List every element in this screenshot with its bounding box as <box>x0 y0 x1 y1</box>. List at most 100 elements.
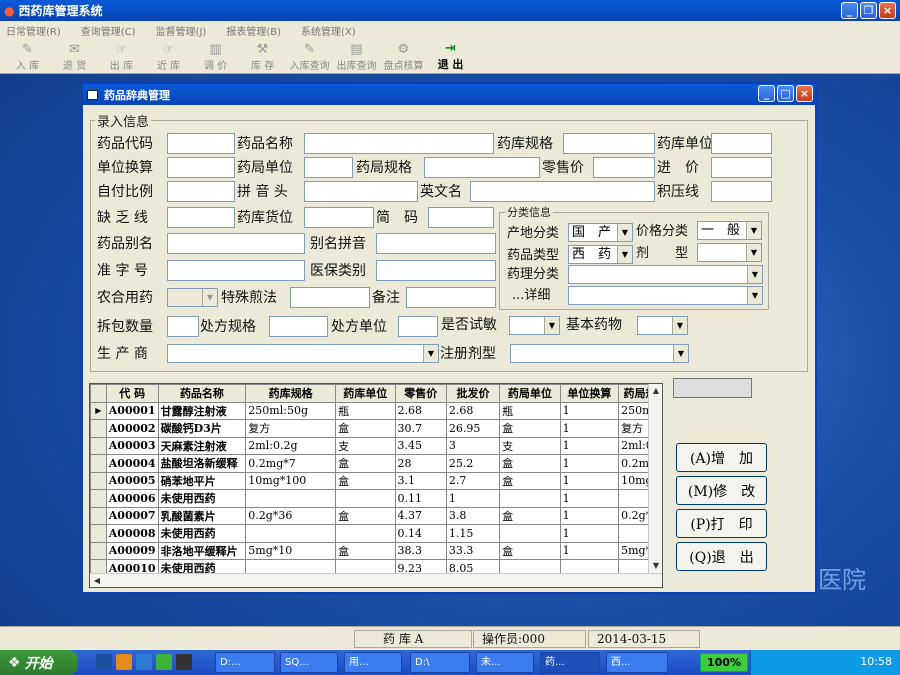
toolbar-in-query-button[interactable]: ✎ 入库查询 <box>286 40 333 74</box>
quick-launch-icon[interactable] <box>176 654 192 670</box>
table-cell[interactable]: 0.14 <box>394 524 447 543</box>
table-row[interactable]: A00002 碳酸钙D3片 复方盒 30.7 26.95 盒 1 复方 <box>90 419 662 438</box>
shortage-line-field[interactable] <box>167 207 235 228</box>
menu-item-system[interactable]: 系统管理(X) <box>301 23 356 38</box>
table-cell[interactable]: 26.95 <box>445 419 501 438</box>
table-cell[interactable]: 1 <box>559 524 620 543</box>
table-cell[interactable]: 1 <box>559 401 620 420</box>
table-cell[interactable]: 1 <box>559 489 620 508</box>
toolbar-stocktake-button[interactable]: ⚙ 盘点核算 <box>380 40 427 74</box>
table-cell[interactable]: 2.68 <box>394 401 447 420</box>
drug-name-field[interactable] <box>304 133 494 154</box>
toolbar-inventory-button[interactable]: ⚒ 库 存 <box>239 40 286 74</box>
approval-number-field[interactable] <box>167 260 305 281</box>
overstock-line-field[interactable] <box>711 181 772 202</box>
english-name-field[interactable] <box>470 181 655 202</box>
table-cell[interactable]: 天麻素注射液 <box>157 436 247 455</box>
table-cell[interactable]: A00004 <box>105 454 159 473</box>
quick-launch-icon[interactable] <box>96 654 112 670</box>
table-cell[interactable]: A00008 <box>105 524 159 543</box>
table-row[interactable]: A00006 未使用西药 0.11 1 1 <box>90 489 662 508</box>
table-row[interactable]: A00009 非洛地平缓释片 5mg*10 盒 38.3 33.3 盒 1 5mg* <box>90 541 662 560</box>
special-decoction-field[interactable] <box>290 287 370 308</box>
table-cell[interactable]: 3 <box>445 436 501 455</box>
table-cell[interactable]: 盐酸坦洛新缓释 <box>157 454 247 473</box>
table-cell[interactable]: 3.45 <box>394 436 447 455</box>
dialog-maximize-button[interactable]: □ <box>777 85 794 102</box>
table-cell[interactable]: 甘露醇注射液 <box>157 401 247 420</box>
table-cell[interactable]: 3.8 <box>445 506 501 525</box>
vertical-scrollbar[interactable]: ▲ ▼ <box>648 384 662 573</box>
column-header[interactable]: 代 码 <box>105 384 159 403</box>
table-cell[interactable]: 非洛地平缓释片 <box>157 541 247 560</box>
toolbar-return-button[interactable]: ✉ 退 货 <box>51 40 98 74</box>
quick-launch-icon[interactable] <box>136 654 152 670</box>
toolbar-stock-out-button[interactable]: ☞ 出 库 <box>98 40 145 74</box>
detail-select[interactable]: ▼ <box>568 286 763 305</box>
table-cell[interactable] <box>245 489 337 508</box>
rx-unit-field[interactable] <box>398 316 438 337</box>
table-cell[interactable]: 盒 <box>499 419 561 438</box>
unit-conversion-field[interactable] <box>167 157 235 178</box>
table-cell[interactable]: 1 <box>559 454 620 473</box>
pharmacy-unit-field[interactable] <box>304 157 353 178</box>
table-cell[interactable]: 未使用西药 <box>157 524 247 543</box>
row-selector[interactable] <box>90 419 107 438</box>
table-cell[interactable]: 盒 <box>335 454 396 473</box>
row-selector[interactable] <box>90 489 107 508</box>
insurance-category-field[interactable] <box>376 260 496 281</box>
toolbar-exit-button[interactable]: ⇥ 退 出 <box>427 40 474 74</box>
row-selector[interactable] <box>90 541 107 560</box>
row-selector[interactable] <box>90 506 107 525</box>
table-row[interactable]: A00005 硝苯地平片 10mg*100 盒 3.1 2.7 盒 1 10mg <box>90 471 662 490</box>
quick-launch-icon[interactable] <box>116 654 132 670</box>
table-cell[interactable]: A00006 <box>105 489 159 508</box>
table-cell[interactable]: 瓶 <box>499 401 561 420</box>
table-cell[interactable]: 28 <box>394 454 447 473</box>
drug-alias-field[interactable] <box>167 233 305 254</box>
restore-button[interactable]: ❐ <box>860 2 877 19</box>
table-cell[interactable]: A00001 <box>105 401 159 420</box>
table-cell[interactable] <box>499 489 561 508</box>
table-cell[interactable]: 250ml:50g <box>245 401 337 420</box>
table-cell[interactable]: 2ml:0.2g <box>245 436 337 455</box>
table-cell[interactable] <box>335 489 396 508</box>
taskbar-item[interactable]: 用... <box>344 652 402 673</box>
table-cell[interactable]: 瓶 <box>335 401 396 420</box>
table-cell[interactable]: 乳酸菌素片 <box>157 506 247 525</box>
table-cell[interactable]: 未使用西药 <box>157 489 247 508</box>
dosage-form-select[interactable]: ▼ <box>697 243 762 262</box>
table-cell[interactable]: 盒 <box>335 506 396 525</box>
toolbar-near-stock-button[interactable]: ☞ 近 库 <box>145 40 192 74</box>
drug-code-field[interactable] <box>167 133 235 154</box>
menu-item-supervise[interactable]: 监督管理(J) <box>156 23 207 38</box>
column-header[interactable]: 零售价 <box>394 384 447 403</box>
pack-qty-field[interactable] <box>167 316 199 337</box>
retail-price-field[interactable] <box>593 157 655 178</box>
menu-item-query[interactable]: 查询管理(C) <box>81 23 136 38</box>
print-button[interactable]: (P)打 印 <box>676 509 767 538</box>
table-cell[interactable] <box>335 524 396 543</box>
store-spec-field[interactable] <box>563 133 655 154</box>
table-cell[interactable]: 25.2 <box>445 454 501 473</box>
dialog-close-button[interactable]: × <box>796 85 813 102</box>
table-cell[interactable]: 1 <box>559 471 620 490</box>
price-class-select[interactable]: 一 般 ▼ <box>697 221 762 240</box>
add-button[interactable]: (A)增 加 <box>676 443 767 472</box>
table-row[interactable]: A00004 盐酸坦洛新缓释 0.2mg*7 盒 28 25.2 盒 1 0.2mg <box>90 454 662 473</box>
table-cell[interactable]: A00007 <box>105 506 159 525</box>
close-button[interactable]: × <box>879 2 896 19</box>
scroll-down-arrow-icon[interactable]: ▼ <box>649 559 662 573</box>
column-header[interactable]: 批发价 <box>445 384 501 403</box>
table-cell[interactable]: 3.1 <box>394 471 447 490</box>
scroll-up-arrow-icon[interactable]: ▲ <box>649 384 662 398</box>
table-cell[interactable]: 2.68 <box>445 401 501 420</box>
column-header[interactable]: 药品名称 <box>157 384 247 403</box>
drug-data-grid[interactable]: 代 码 药品名称 药库规格 药库单位 零售价 批发价 药局单位 单位换算 药局规… <box>89 383 663 588</box>
table-cell[interactable]: 1 <box>559 419 620 438</box>
horizontal-scrollbar[interactable]: ◀ <box>90 573 662 587</box>
table-cell[interactable]: 盒 <box>335 419 396 438</box>
taskbar-item[interactable]: SQ... <box>280 652 338 673</box>
taskbar-item[interactable]: 西... <box>606 652 668 673</box>
purchase-price-field[interactable] <box>711 157 772 178</box>
